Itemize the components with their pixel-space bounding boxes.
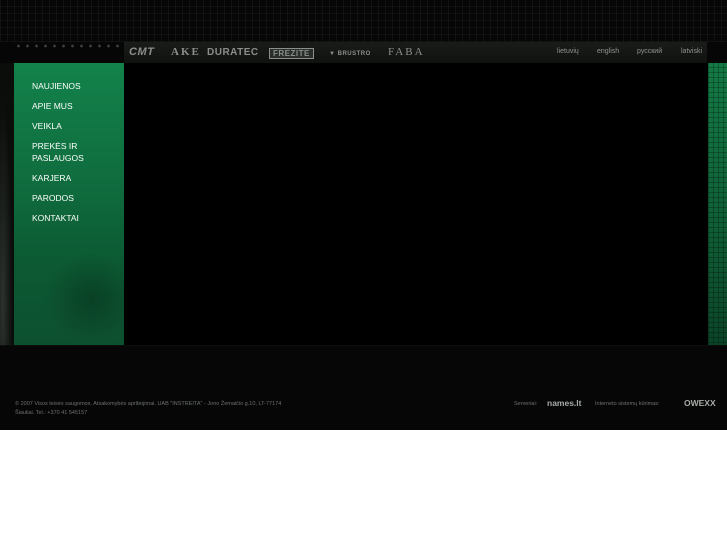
footer-copyright: © 2007 Visos teisės saugomos. Atsakomybė…: [15, 400, 365, 418]
lang-link-lithuanian[interactable]: lietuvių: [557, 48, 579, 55]
content-divider: [0, 345, 727, 346]
server-label: Serveriai:: [514, 401, 538, 407]
brand-mark-icon: ▼: [329, 51, 336, 57]
menu-item-karjera[interactable]: KARJERA: [32, 172, 122, 184]
menu-item-parodos[interactable]: PARODOS: [32, 192, 122, 204]
footer-credits: Serveriai: names.lt Interneto sistemų kū…: [514, 398, 719, 410]
copyright-line-1: © 2007 Visos teisės saugomos. Atsakomybė…: [15, 401, 282, 407]
owexx-logo[interactable]: OWEXX: [684, 398, 716, 408]
background-grid-texture: [0, 0, 727, 42]
brand-bar: CMT AKE DURATEC FREZITE ▼ BRUSTRO FABA l…: [124, 42, 707, 63]
lang-link-russian[interactable]: русский: [637, 48, 662, 55]
main-menu: NAUJIENOS APIE MUS VEIKLA PREKĖS IR PASL…: [32, 80, 122, 232]
menu-item-veikla[interactable]: VEIKLA: [32, 120, 122, 132]
brand-logo-cmt[interactable]: CMT: [129, 46, 154, 59]
menu-item-kontaktai[interactable]: KONTAKTAI: [32, 212, 122, 224]
names-lt-logo[interactable]: names.lt: [547, 398, 582, 408]
brand-logo-ake[interactable]: AKE: [171, 46, 201, 59]
left-decoration: [0, 63, 14, 345]
lang-link-latvian[interactable]: latviski: [681, 48, 702, 55]
brand-logo-frezite[interactable]: FREZITE: [269, 48, 314, 59]
menu-item-prekes-ir-paslaugos[interactable]: PREKĖS IR PASLAUGOS: [32, 140, 92, 164]
brand-logo-duratec[interactable]: DURATEC: [207, 46, 259, 59]
menu-item-apie-mus[interactable]: APIE MUS: [32, 100, 122, 112]
menu-item-naujienos[interactable]: NAUJIENOS: [32, 80, 122, 92]
brand-logo-faba[interactable]: FABA: [388, 46, 425, 59]
right-decoration: [708, 63, 727, 345]
main-content-area: [124, 63, 708, 345]
site-frame: CMT AKE DURATEC FREZITE ▼ BRUSTRO FABA l…: [0, 0, 727, 430]
copyright-line-2: Šiauliai. Tel.: +370 41 545157: [15, 410, 88, 416]
developer-label: Interneto sistemų kūrimas:: [595, 401, 660, 407]
decorative-dots: [14, 44, 124, 48]
sidebar-navigation: NAUJIENOS APIE MUS VEIKLA PREKĖS IR PASL…: [14, 63, 124, 345]
lang-link-english[interactable]: english: [597, 48, 619, 55]
brand-logo-brustro[interactable]: ▼ BRUSTRO: [329, 48, 371, 61]
